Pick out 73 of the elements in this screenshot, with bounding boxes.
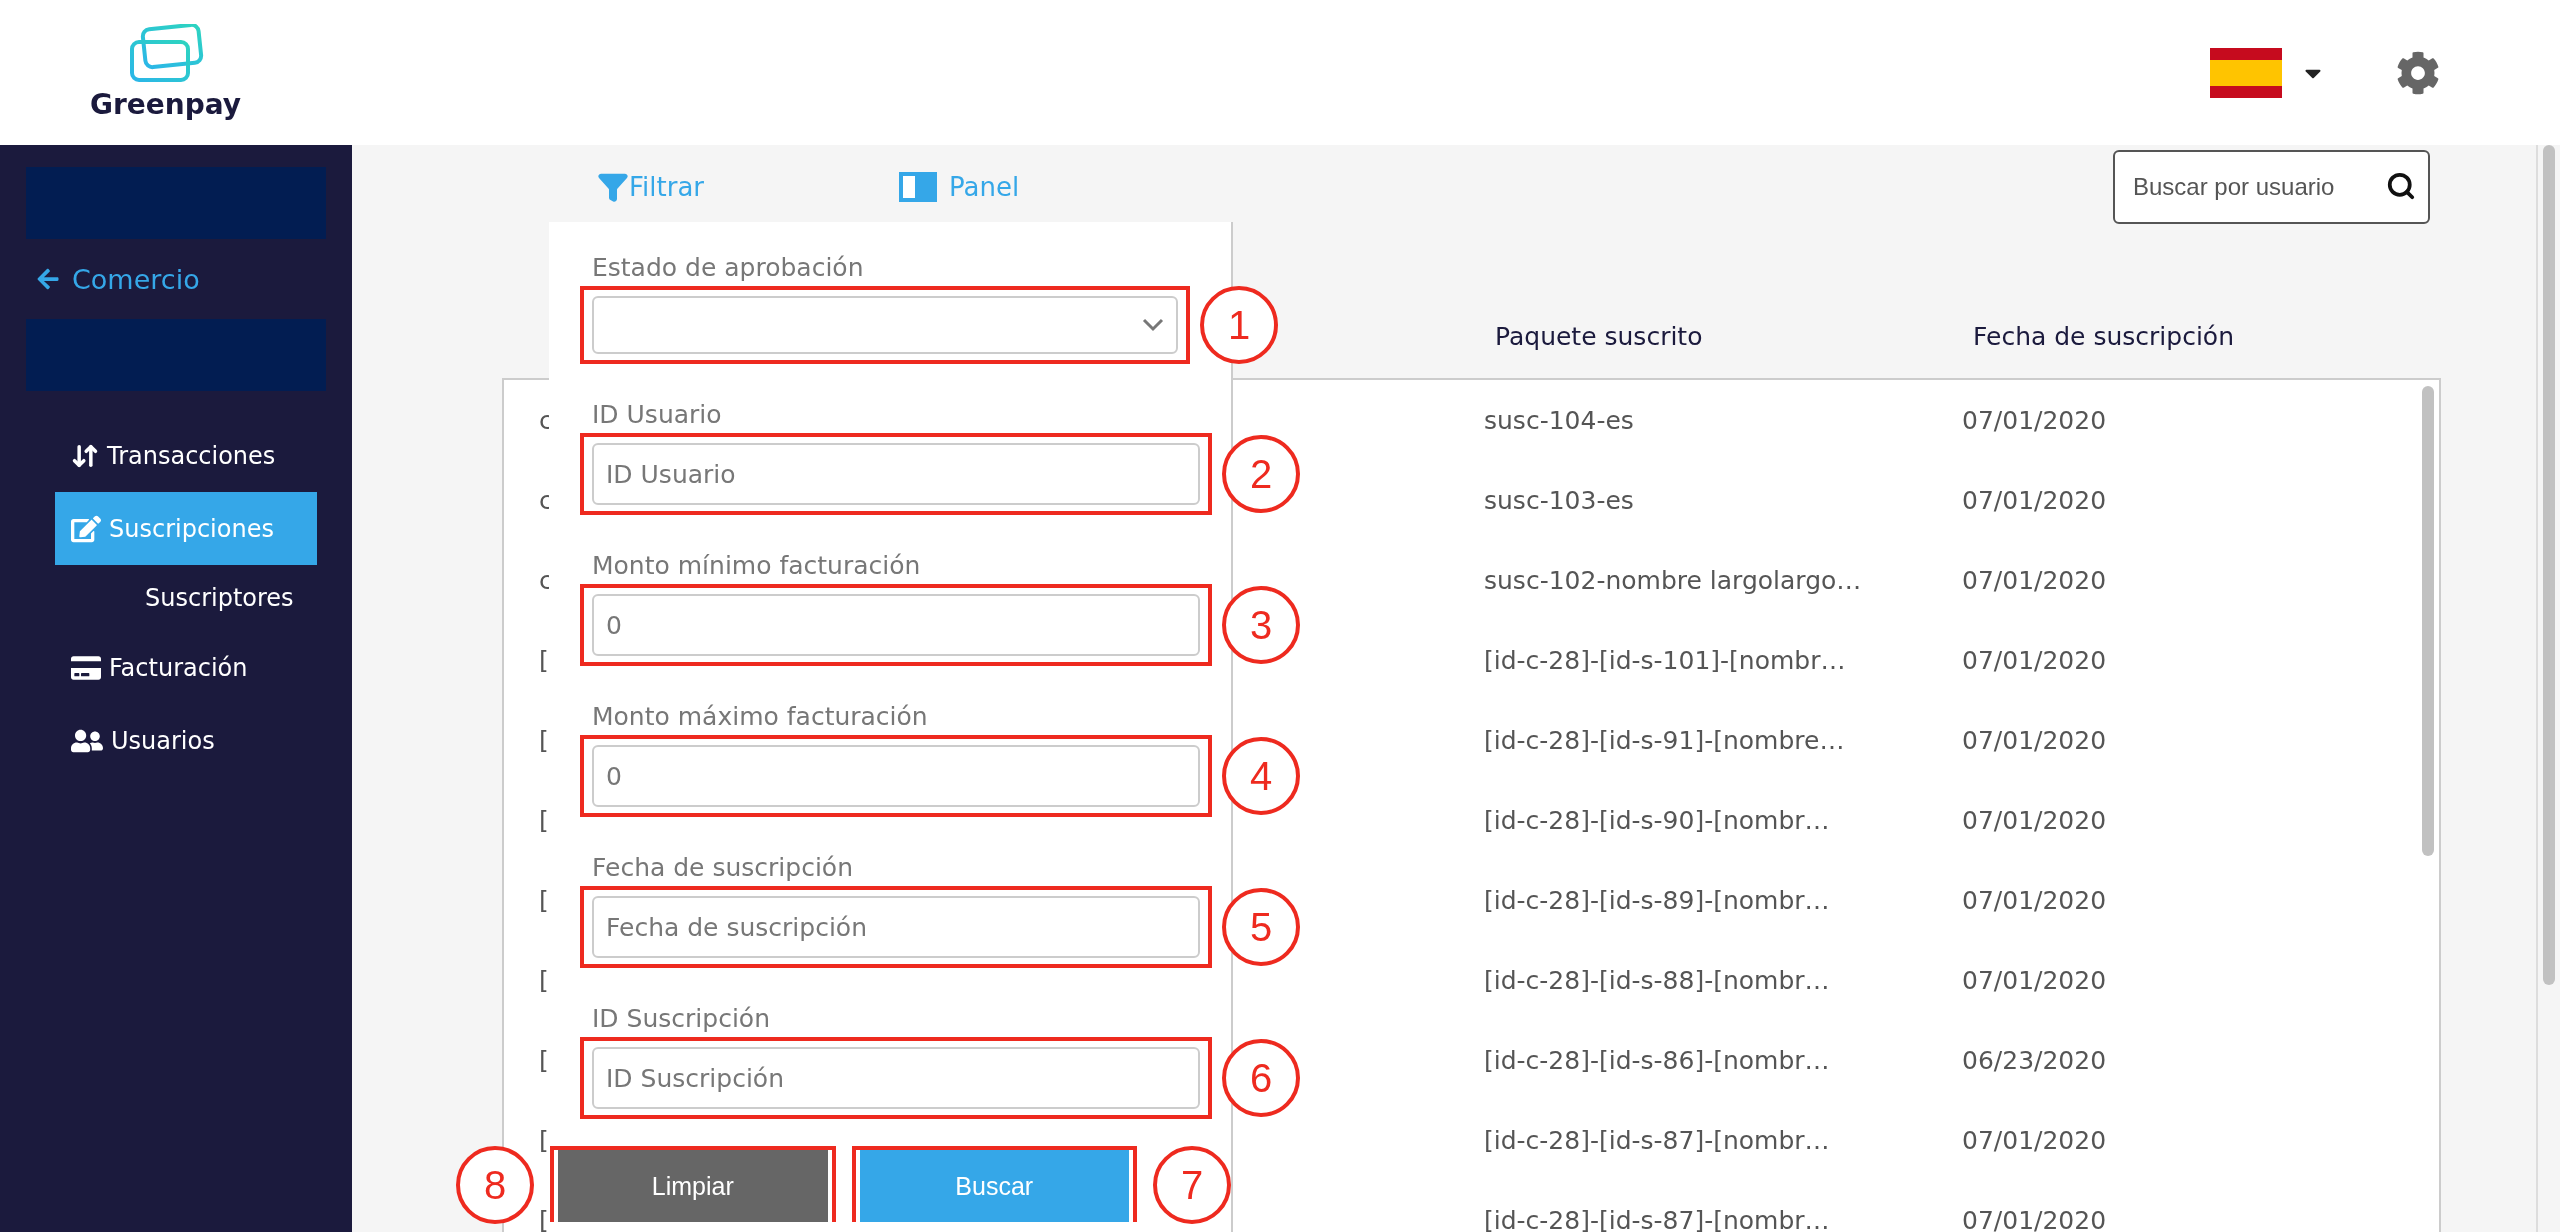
- table-cell: [: [539, 725, 549, 755]
- annotation-number: 8: [456, 1146, 534, 1224]
- field-label: Monto máximo facturación: [592, 701, 928, 733]
- table-cell: [id-c-28]-[id-s-89]-[nombr…: [1484, 885, 1830, 915]
- table-cell: 06/23/2020: [1962, 1045, 2107, 1075]
- logo-text: Greenpay: [90, 88, 242, 121]
- table-cell: 07/01/2020: [1962, 645, 2107, 675]
- field-label: Estado de aprobación: [592, 252, 864, 284]
- input-field[interactable]: 0: [592, 745, 1200, 807]
- table-cell: [: [539, 805, 549, 835]
- select-field[interactable]: [592, 296, 1178, 354]
- column-header: Paquete suscrito: [1494, 322, 1704, 351]
- logo-icon: [127, 24, 204, 84]
- column-header: Fecha de suscripción: [1972, 322, 2235, 351]
- input-field[interactable]: 0: [592, 594, 1200, 656]
- scrollbar[interactable]: [2422, 386, 2434, 856]
- table-cell: [: [539, 1125, 549, 1155]
- table-cell: [: [539, 1205, 549, 1232]
- table-cell: [: [539, 1045, 549, 1075]
- panel-label: Panel: [949, 171, 1020, 202]
- input-field[interactable]: ID Usuario: [592, 443, 1200, 505]
- table-cell: [: [539, 885, 549, 915]
- input-field[interactable]: ID Suscripción: [592, 1047, 1200, 1109]
- table-cell: [id-c-28]-[id-s-90]-[nombr…: [1484, 805, 1830, 835]
- chevron-icon: [1142, 318, 1164, 332]
- table-cell: 07/01/2020: [1962, 565, 2107, 595]
- table-cell: [: [539, 965, 549, 995]
- table-cell: 07/01/2020: [1962, 1125, 2107, 1155]
- table-cell: 07/01/2020: [1962, 405, 2107, 435]
- field-label: ID Suscripción: [592, 1003, 770, 1035]
- flag-icon[interactable]: [2210, 47, 2282, 98]
- edit-icon: [71, 513, 101, 544]
- search-icon[interactable]: [2386, 170, 2416, 201]
- field-label: Fecha de suscripción: [592, 852, 853, 884]
- table-cell: 07/01/2020: [1962, 885, 2107, 915]
- table-cell: 07/01/2020: [1962, 805, 2107, 835]
- back-arrow-icon: [36, 267, 60, 291]
- table-cell: susc-104-es: [1484, 405, 1634, 435]
- sidebar-item-label: Transacciones: [107, 441, 276, 470]
- sidebar-item[interactable]: Facturación: [55, 631, 317, 704]
- table-cell: [id-c-28]-[id-s-101]-[nombr…: [1484, 645, 1846, 675]
- sidebar-item[interactable]: Transacciones: [55, 419, 317, 492]
- table-cell: [id-c-28]-[id-s-91]-[nombre…: [1484, 725, 1845, 755]
- sidebar-item-label: Facturación: [109, 653, 248, 682]
- table-cell: 07/01/2020: [1962, 965, 2107, 995]
- back-link[interactable]: Comercio: [36, 239, 326, 319]
- settings-icon[interactable]: [2396, 50, 2440, 95]
- table-cell: 07/01/2020: [1962, 485, 2107, 515]
- sidebar-item-label: Suscripciones: [109, 514, 274, 543]
- table-cell: 07/01/2020: [1962, 1205, 2107, 1232]
- annotation-number: 7: [1153, 1146, 1231, 1224]
- field-label: ID Usuario: [592, 399, 722, 431]
- back-link-label: Comercio: [72, 263, 200, 295]
- field-label: Monto mínimo facturación: [592, 550, 921, 582]
- input-field[interactable]: Fecha de suscripción: [592, 896, 1200, 958]
- table-cell: susc-102-nombre largolargo…: [1484, 565, 1862, 595]
- table-cell: [: [539, 645, 549, 675]
- table-cell: [id-c-28]-[id-s-88]-[nombr…: [1484, 965, 1830, 995]
- sidebar-item-label: Usuarios: [111, 726, 215, 755]
- table-cell: [id-c-28]-[id-s-87]-[nombr…: [1484, 1125, 1830, 1155]
- table-cell: 07/01/2020: [1962, 725, 2107, 755]
- table-cell: [id-c-28]-[id-s-86]-[nombr…: [1484, 1045, 1830, 1075]
- filter-label: Filtrar: [629, 171, 705, 202]
- annotation-number: 1: [1200, 286, 1278, 364]
- clear-button[interactable]: Limpiar: [558, 1150, 828, 1222]
- sidebar-item-label: Suscriptores: [145, 584, 294, 612]
- sidebar-item[interactable]: Suscriptores: [55, 565, 317, 631]
- scrollbar[interactable]: [2543, 145, 2555, 985]
- table-cell: susc-103-es: [1484, 485, 1634, 515]
- sidebar-item[interactable]: Usuarios: [55, 704, 317, 777]
- table-cell: [id-c-28]-[id-s-87]-[nombr…: [1484, 1205, 1830, 1232]
- panel-icon: [899, 171, 938, 202]
- search-field[interactable]: Buscar por usuario: [2113, 149, 2430, 224]
